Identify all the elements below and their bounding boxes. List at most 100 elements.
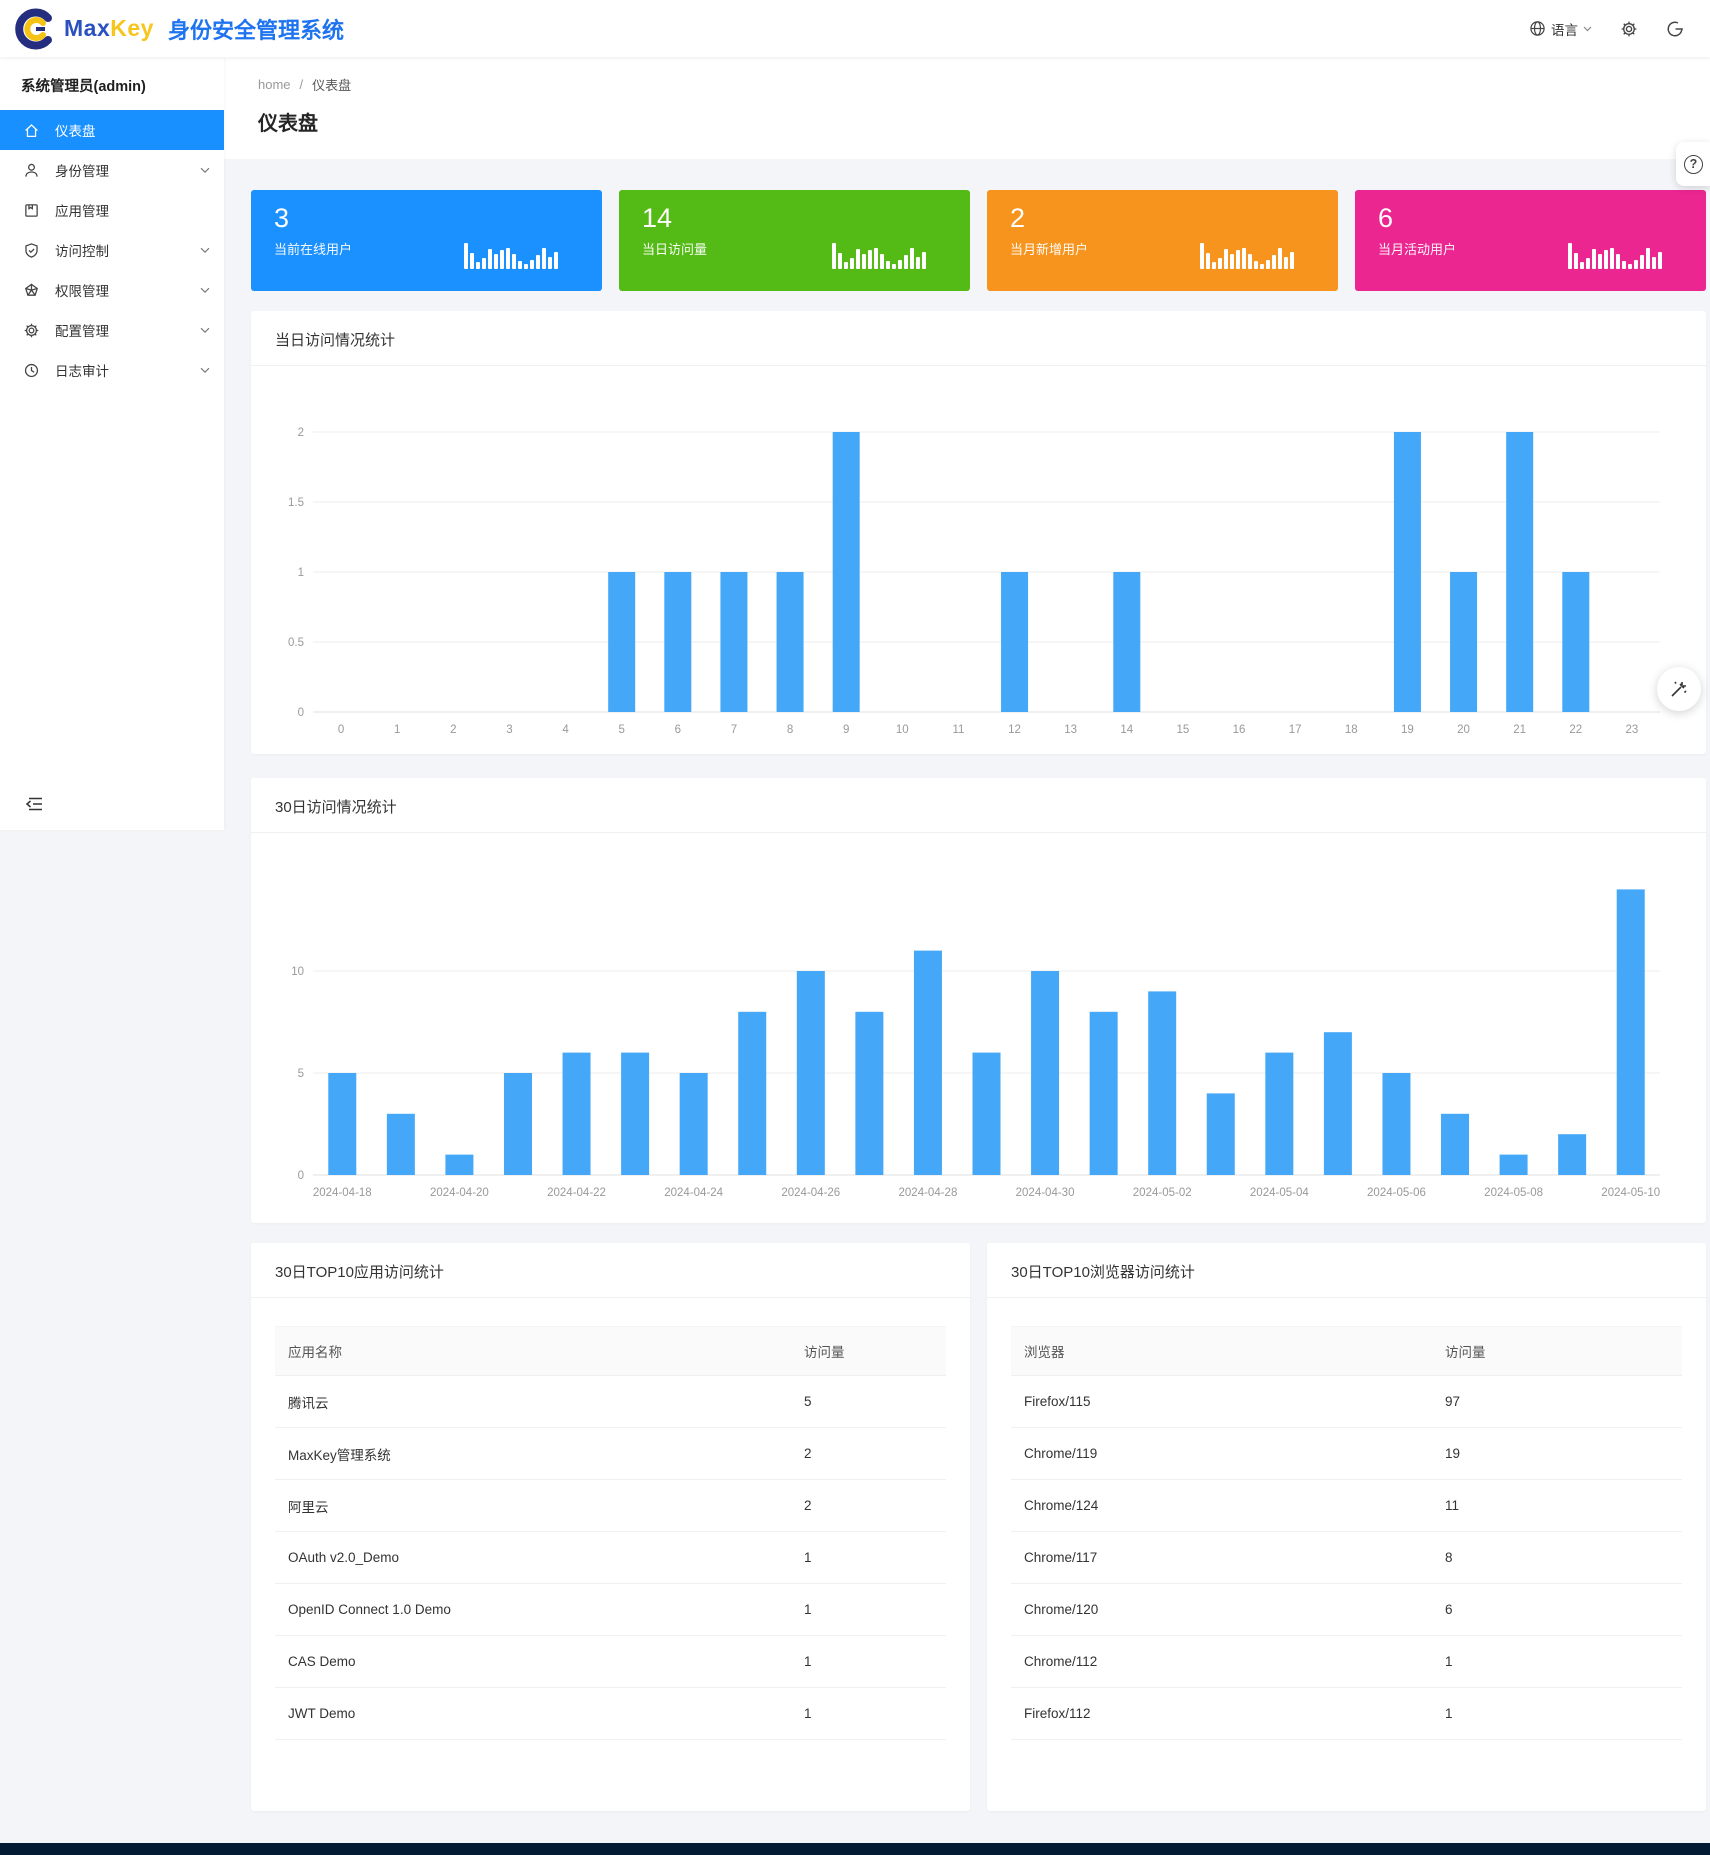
x-tick-label: 2024-05-06 [1367, 1187, 1426, 1199]
sidebar-item-6[interactable]: 日志审计 [0, 350, 224, 390]
x-tick-label: 18 [1345, 724, 1358, 736]
user-icon [23, 162, 40, 179]
x-tick-label: 7 [731, 724, 737, 736]
x-tick-label: 20 [1457, 724, 1470, 736]
sidebar-collapse-button[interactable] [25, 796, 43, 817]
mini-bar-chart-icon [1200, 243, 1294, 269]
top-apps-panel: 30日TOP10应用访问统计 应用名称访问量腾讯云5MaxKey管理系统2阿里云… [251, 1243, 970, 1811]
theme-switcher-button[interactable] [1657, 667, 1701, 711]
sidebar-item-4[interactable]: 权限管理 [0, 270, 224, 310]
x-tick-label: 2024-05-02 [1133, 1187, 1192, 1199]
breadcrumb-current: 仪表盘 [312, 75, 351, 94]
bar [1148, 991, 1176, 1175]
column-header: 访问量 [1445, 1341, 1682, 1361]
x-tick-label: 0 [338, 724, 344, 736]
x-tick-label: 2024-04-30 [1016, 1187, 1075, 1199]
language-switcher[interactable]: 语言 [1529, 19, 1592, 39]
page-title: 仪表盘 [258, 107, 1676, 136]
bar [680, 1073, 708, 1175]
table-cell-value: 6 [1445, 1602, 1682, 1617]
bar [1207, 1093, 1235, 1175]
magic-wand-icon [1669, 679, 1689, 699]
sidebar-item-1[interactable]: 身份管理 [0, 150, 224, 190]
home-icon [23, 122, 40, 139]
sidebar-item-3[interactable]: 访问控制 [0, 230, 224, 270]
monthly-visits-panel-title: 30日访问情况统计 [251, 778, 1706, 833]
x-tick-label: 2024-04-18 [313, 1187, 372, 1199]
sidebar-item-label: 应用管理 [55, 200, 109, 220]
x-tick-label: 19 [1401, 724, 1414, 736]
table-cell-value: 97 [1445, 1394, 1682, 1409]
breadcrumb-separator: / [300, 77, 304, 92]
mini-bar-chart-icon [1568, 243, 1662, 269]
x-tick-label: 5 [618, 724, 624, 736]
bar [1265, 1053, 1293, 1175]
table-cell-name: CAS Demo [275, 1654, 804, 1669]
y-tick-label: 10 [291, 966, 304, 978]
x-tick-label: 23 [1626, 724, 1639, 736]
x-tick-label: 8 [787, 724, 793, 736]
stat-value: 2 [1010, 203, 1338, 233]
logout-button[interactable] [1666, 20, 1684, 38]
chevron-down-icon [200, 247, 210, 254]
question-mark-icon: ? [1684, 155, 1703, 174]
y-tick-label: 2 [298, 427, 304, 439]
breadcrumb-home-link[interactable]: home [258, 77, 291, 92]
sidebar-item-0[interactable]: 仪表盘 [0, 110, 224, 150]
table-row: MaxKey管理系统2 [275, 1428, 946, 1480]
table-cell-value: 1 [804, 1706, 946, 1721]
x-tick-label: 2024-05-08 [1484, 1187, 1543, 1199]
dashboard-content: 3当前在线用户14当日访问量2当月新增用户6当月活动用户 当日访问情况统计 00… [224, 159, 1710, 1843]
x-tick-label: 22 [1569, 724, 1582, 736]
bar [1001, 572, 1028, 712]
sidebar-item-2[interactable]: 应用管理 [0, 190, 224, 230]
x-tick-label: 6 [675, 724, 681, 736]
x-tick-label: 15 [1177, 724, 1190, 736]
bar [720, 572, 747, 712]
table-cell-value: 8 [1445, 1550, 1682, 1565]
x-tick-label: 17 [1289, 724, 1302, 736]
bar [621, 1053, 649, 1175]
table-row: Chrome/12411 [1011, 1480, 1682, 1532]
x-tick-label: 14 [1120, 724, 1133, 736]
x-tick-label: 2024-05-04 [1250, 1187, 1309, 1199]
table-cell-value: 5 [804, 1394, 946, 1409]
sidebar-item-label: 身份管理 [55, 160, 109, 180]
table-cell-value: 1 [1445, 1654, 1682, 1669]
settings-button[interactable] [1620, 20, 1638, 38]
x-tick-label: 2024-04-26 [781, 1187, 840, 1199]
bar [1450, 572, 1477, 712]
table-cell-value: 1 [1445, 1706, 1682, 1721]
table-cell-name: Chrome/119 [1011, 1446, 1445, 1461]
table-cell-name: MaxKey管理系统 [275, 1444, 804, 1464]
bar [1113, 572, 1140, 712]
bar [855, 1012, 883, 1175]
top-header: MaxKey 身份安全管理系统 语言 [0, 0, 1710, 57]
bar [1617, 889, 1645, 1175]
table-cell-value: 1 [804, 1602, 946, 1617]
bar [738, 1012, 766, 1175]
table-row: Chrome/11919 [1011, 1428, 1682, 1480]
bar [1090, 1012, 1118, 1175]
bar [664, 572, 691, 712]
gear-icon [1620, 20, 1638, 38]
bar [445, 1155, 473, 1175]
bar [328, 1073, 356, 1175]
monthly-visits-bar-chart: 05102024-04-182024-04-202024-04-222024-0… [275, 839, 1682, 1219]
y-tick-label: 5 [298, 1068, 304, 1080]
table-cell-name: 腾讯云 [275, 1392, 804, 1412]
sidebar-item-5[interactable]: 配置管理 [0, 310, 224, 350]
table-header-row: 应用名称访问量 [275, 1326, 946, 1376]
table-row: OpenID Connect 1.0 Demo1 [275, 1584, 946, 1636]
stat-card-1: 14当日访问量 [619, 190, 970, 291]
y-tick-label: 1 [298, 567, 304, 579]
chevron-down-icon [200, 167, 210, 174]
help-button[interactable]: ? [1676, 142, 1710, 186]
bar [1394, 432, 1421, 712]
brand-name: MaxKey [64, 15, 154, 42]
top-browsers-table: 浏览器访问量Firefox/11597Chrome/11919Chrome/12… [1011, 1326, 1682, 1740]
table-row: CAS Demo1 [275, 1636, 946, 1688]
top-browsers-panel: 30日TOP10浏览器访问统计 浏览器访问量Firefox/11597Chrom… [987, 1243, 1706, 1811]
table-row: 腾讯云5 [275, 1376, 946, 1428]
bar [797, 971, 825, 1175]
